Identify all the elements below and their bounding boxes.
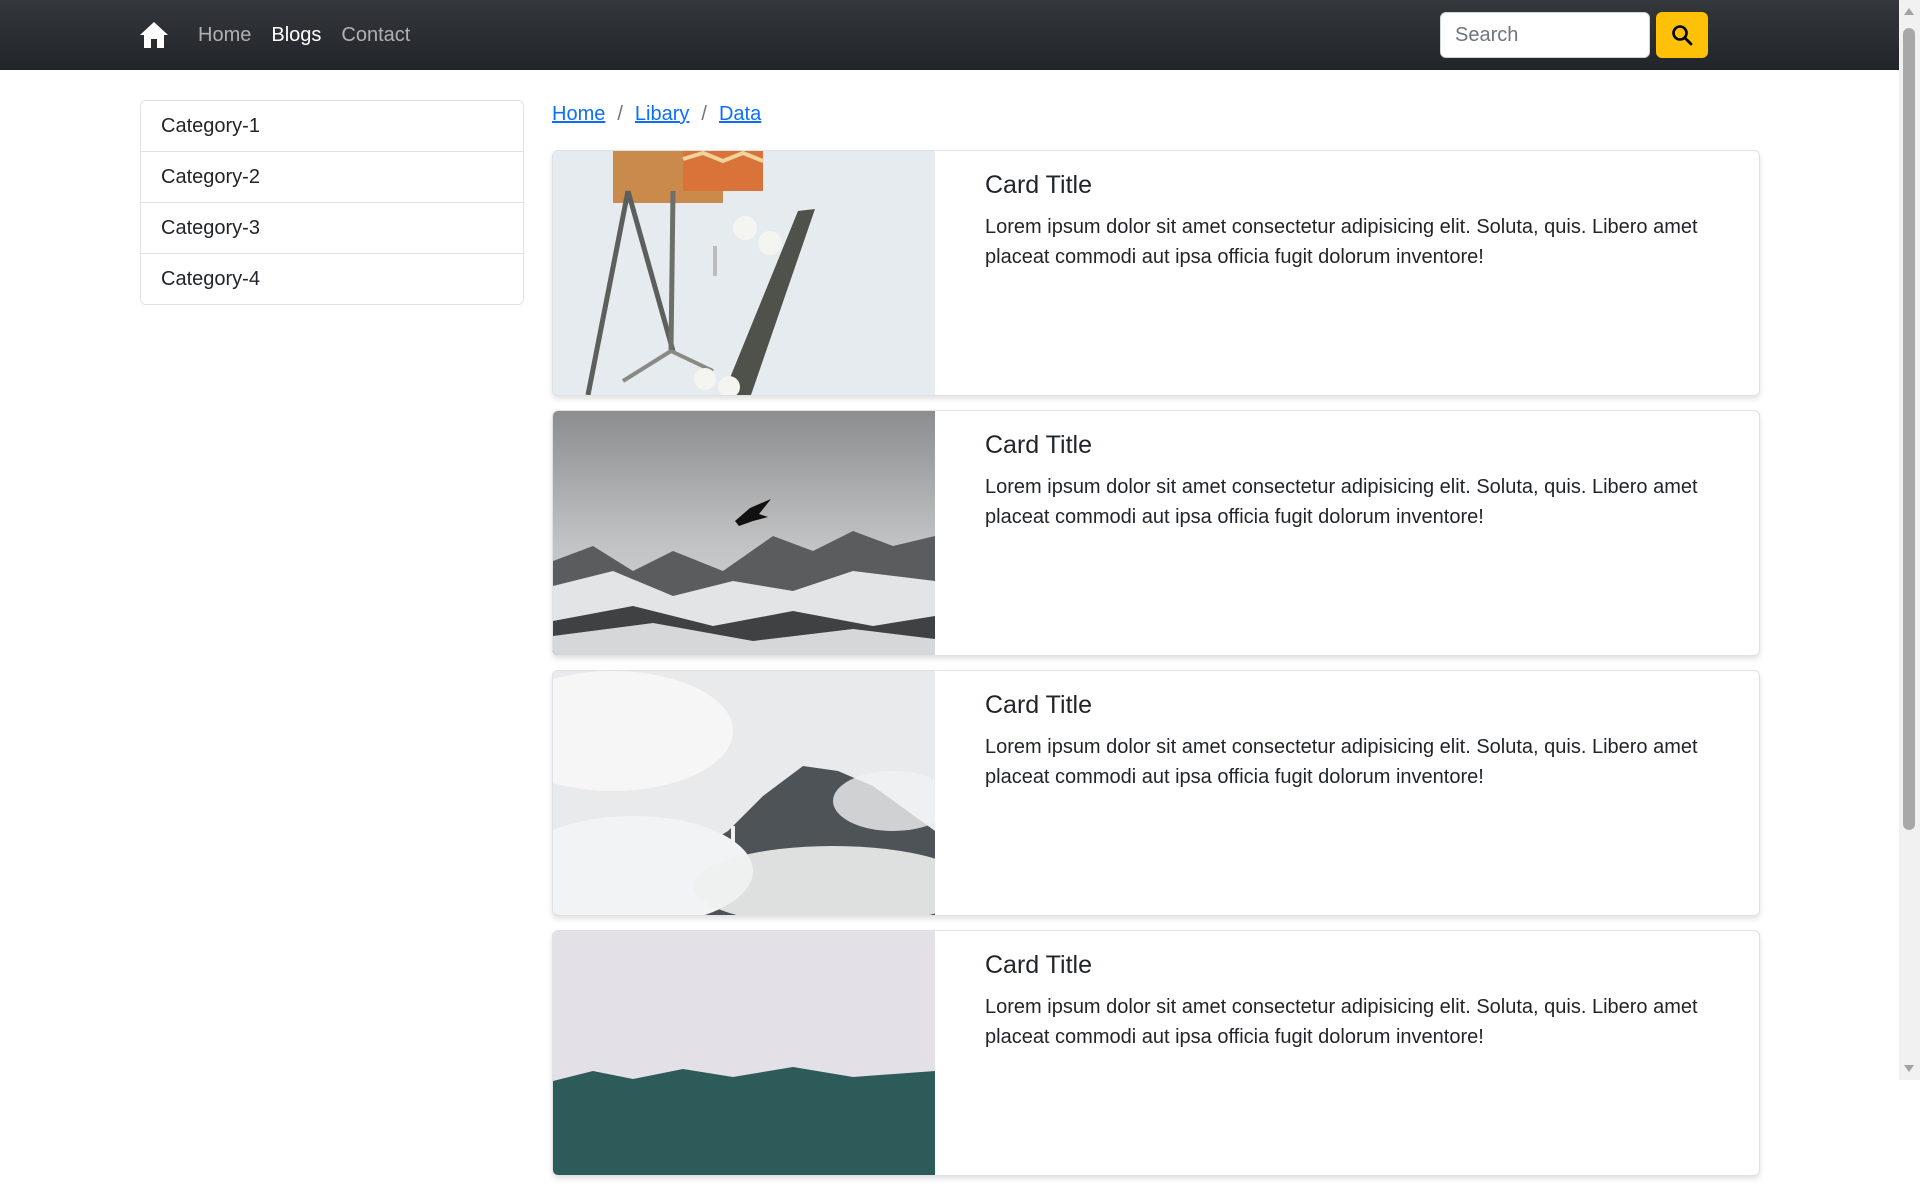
scroll-thumb[interactable]	[1903, 28, 1915, 830]
search-input[interactable]	[1440, 12, 1650, 58]
card: Card Title Lorem ipsum dolor sit amet co…	[552, 670, 1760, 916]
card-body: Card Title Lorem ipsum dolor sit amet co…	[985, 691, 1725, 792]
home-icon[interactable]	[139, 21, 169, 49]
card: Card Title Lorem ipsum dolor sit amet co…	[552, 410, 1760, 656]
nav-link-contact[interactable]: Contact	[341, 24, 410, 47]
card-image	[553, 671, 935, 915]
card-title: Card Title	[985, 171, 1092, 199]
breadcrumb-separator: /	[617, 103, 623, 125]
category-item-3[interactable]: Category-3	[141, 203, 523, 254]
breadcrumb-libary[interactable]: Libary	[635, 103, 689, 126]
breadcrumb-home[interactable]: Home	[552, 103, 605, 126]
card-title: Card Title	[985, 431, 1092, 459]
card-text: Lorem ipsum dolor sit amet consectetur a…	[985, 216, 1698, 268]
category-list: Category-1 Category-2 Category-3 Categor…	[140, 100, 524, 305]
nav-link-blogs[interactable]: Blogs	[271, 24, 321, 47]
category-item-1[interactable]: Category-1	[141, 101, 523, 152]
card-body: Card Title Lorem ipsum dolor sit amet co…	[985, 431, 1725, 532]
card-text: Lorem ipsum dolor sit amet consectetur a…	[985, 736, 1698, 788]
search-icon	[1672, 25, 1693, 46]
nav-links: Home Blogs Contact	[198, 0, 430, 70]
nav-link-home[interactable]: Home	[198, 24, 251, 47]
card-text: Lorem ipsum dolor sit amet consectetur a…	[985, 476, 1698, 528]
card-image	[553, 931, 935, 1175]
card-text: Lorem ipsum dolor sit amet consectetur a…	[985, 996, 1698, 1048]
card: Card Title Lorem ipsum dolor sit amet co…	[552, 930, 1760, 1176]
card-image	[553, 151, 935, 395]
breadcrumb-separator: /	[701, 103, 707, 125]
breadcrumb: Home / Libary / Data	[552, 103, 761, 126]
search-button[interactable]	[1656, 12, 1708, 58]
breadcrumb-data[interactable]: Data	[719, 103, 761, 126]
card-body: Card Title Lorem ipsum dolor sit amet co…	[985, 171, 1725, 272]
category-item-4[interactable]: Category-4	[141, 254, 523, 304]
card-title: Card Title	[985, 691, 1092, 719]
card-title: Card Title	[985, 951, 1092, 979]
card-body: Card Title Lorem ipsum dolor sit amet co…	[985, 951, 1725, 1052]
page-scrollbar[interactable]	[1899, 0, 1920, 1080]
card-list: Card Title Lorem ipsum dolor sit amet co…	[552, 150, 1760, 1190]
scroll-up-arrow-icon[interactable]	[1904, 8, 1914, 15]
category-item-2[interactable]: Category-2	[141, 152, 523, 203]
card: Card Title Lorem ipsum dolor sit amet co…	[552, 150, 1760, 396]
navbar: Home Blogs Contact	[0, 0, 1899, 70]
scroll-down-arrow-icon[interactable]	[1904, 1065, 1914, 1072]
card-image	[553, 411, 935, 655]
